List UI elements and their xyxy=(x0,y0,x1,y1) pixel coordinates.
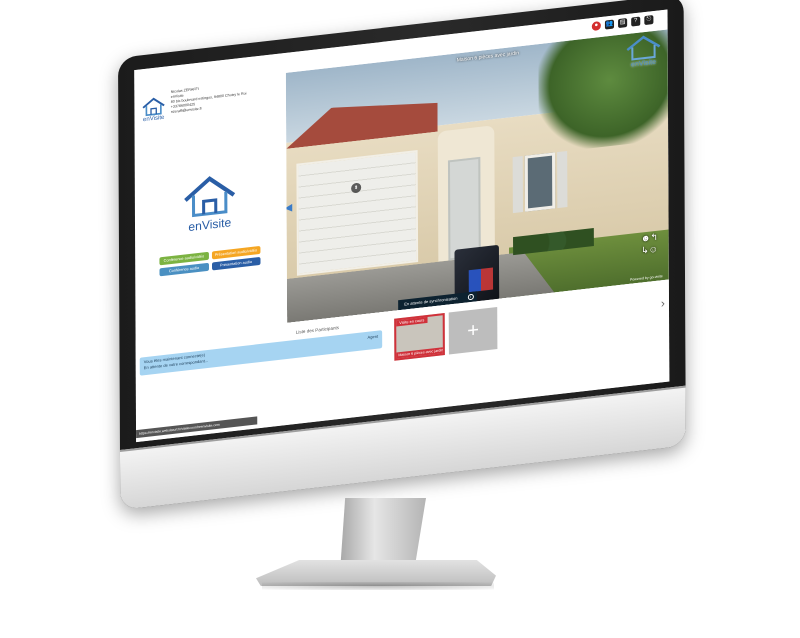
mode-buttons: Conférence audio/vidéo Présentation audi… xyxy=(159,245,261,277)
scene-window xyxy=(524,152,556,212)
participant-role: Agent xyxy=(367,333,379,340)
record-icon[interactable]: ● xyxy=(591,21,601,32)
scene-shutter xyxy=(512,156,523,214)
scene-shutter xyxy=(557,150,568,209)
current-visit-thumbnail[interactable]: Visite en cours Maison 6 pièces avec jar… xyxy=(394,312,445,361)
presentation-audio-button[interactable]: Présentation audio xyxy=(211,256,261,271)
scene-watermark-logo: enVisite xyxy=(623,32,664,73)
product-mockup: ● 👥 ▤ ? ⎋ enVisite Nicolas ZERAFFI enVis… xyxy=(0,0,800,638)
scene-front-door xyxy=(447,156,481,261)
add-visit-button[interactable]: + xyxy=(448,306,498,355)
turn-arrow-icon[interactable]: ↳☺ xyxy=(638,242,660,257)
collapse-panel-icon[interactable]: ◀ xyxy=(286,202,295,215)
app-screen: ● 👥 ▤ ? ⎋ enVisite Nicolas ZERAFFI enVis… xyxy=(134,9,670,443)
current-visit-tag: Visite en cours xyxy=(396,316,428,327)
info-icon[interactable]: i xyxy=(467,293,474,301)
monitor-base-shadow xyxy=(262,582,494,590)
virtual-tour-viewer[interactable]: Maison 6 pièces avec jardin enVisite ⬍ ◀… xyxy=(285,29,669,322)
small-logo: enVisite xyxy=(140,94,166,127)
current-visit-caption: Maison 6 pièces avec jardin xyxy=(396,347,443,359)
exit-icon[interactable]: ⎋ xyxy=(644,15,654,26)
conference-audio-button[interactable]: Conférence audio xyxy=(159,262,209,277)
house-logo-icon xyxy=(184,176,236,218)
brand-logo: enVisite xyxy=(179,170,240,237)
users-icon[interactable]: 👥 xyxy=(604,19,615,30)
chevron-right-icon[interactable]: › xyxy=(661,296,665,310)
help-icon[interactable]: ? xyxy=(631,16,641,27)
toolbar-icons: ● 👥 ▤ ? ⎋ xyxy=(591,15,654,32)
scene-garage-door xyxy=(296,149,419,276)
document-icon[interactable]: ▤ xyxy=(618,18,628,29)
contact-lines: Nicolas ZERAFFI enVisite 80 bis boulevar… xyxy=(171,81,247,115)
monitor: ● 👥 ▤ ? ⎋ enVisite Nicolas ZERAFFI enVis… xyxy=(118,0,686,511)
viewer-controls: ☻↰ ↳☺ xyxy=(638,230,660,269)
